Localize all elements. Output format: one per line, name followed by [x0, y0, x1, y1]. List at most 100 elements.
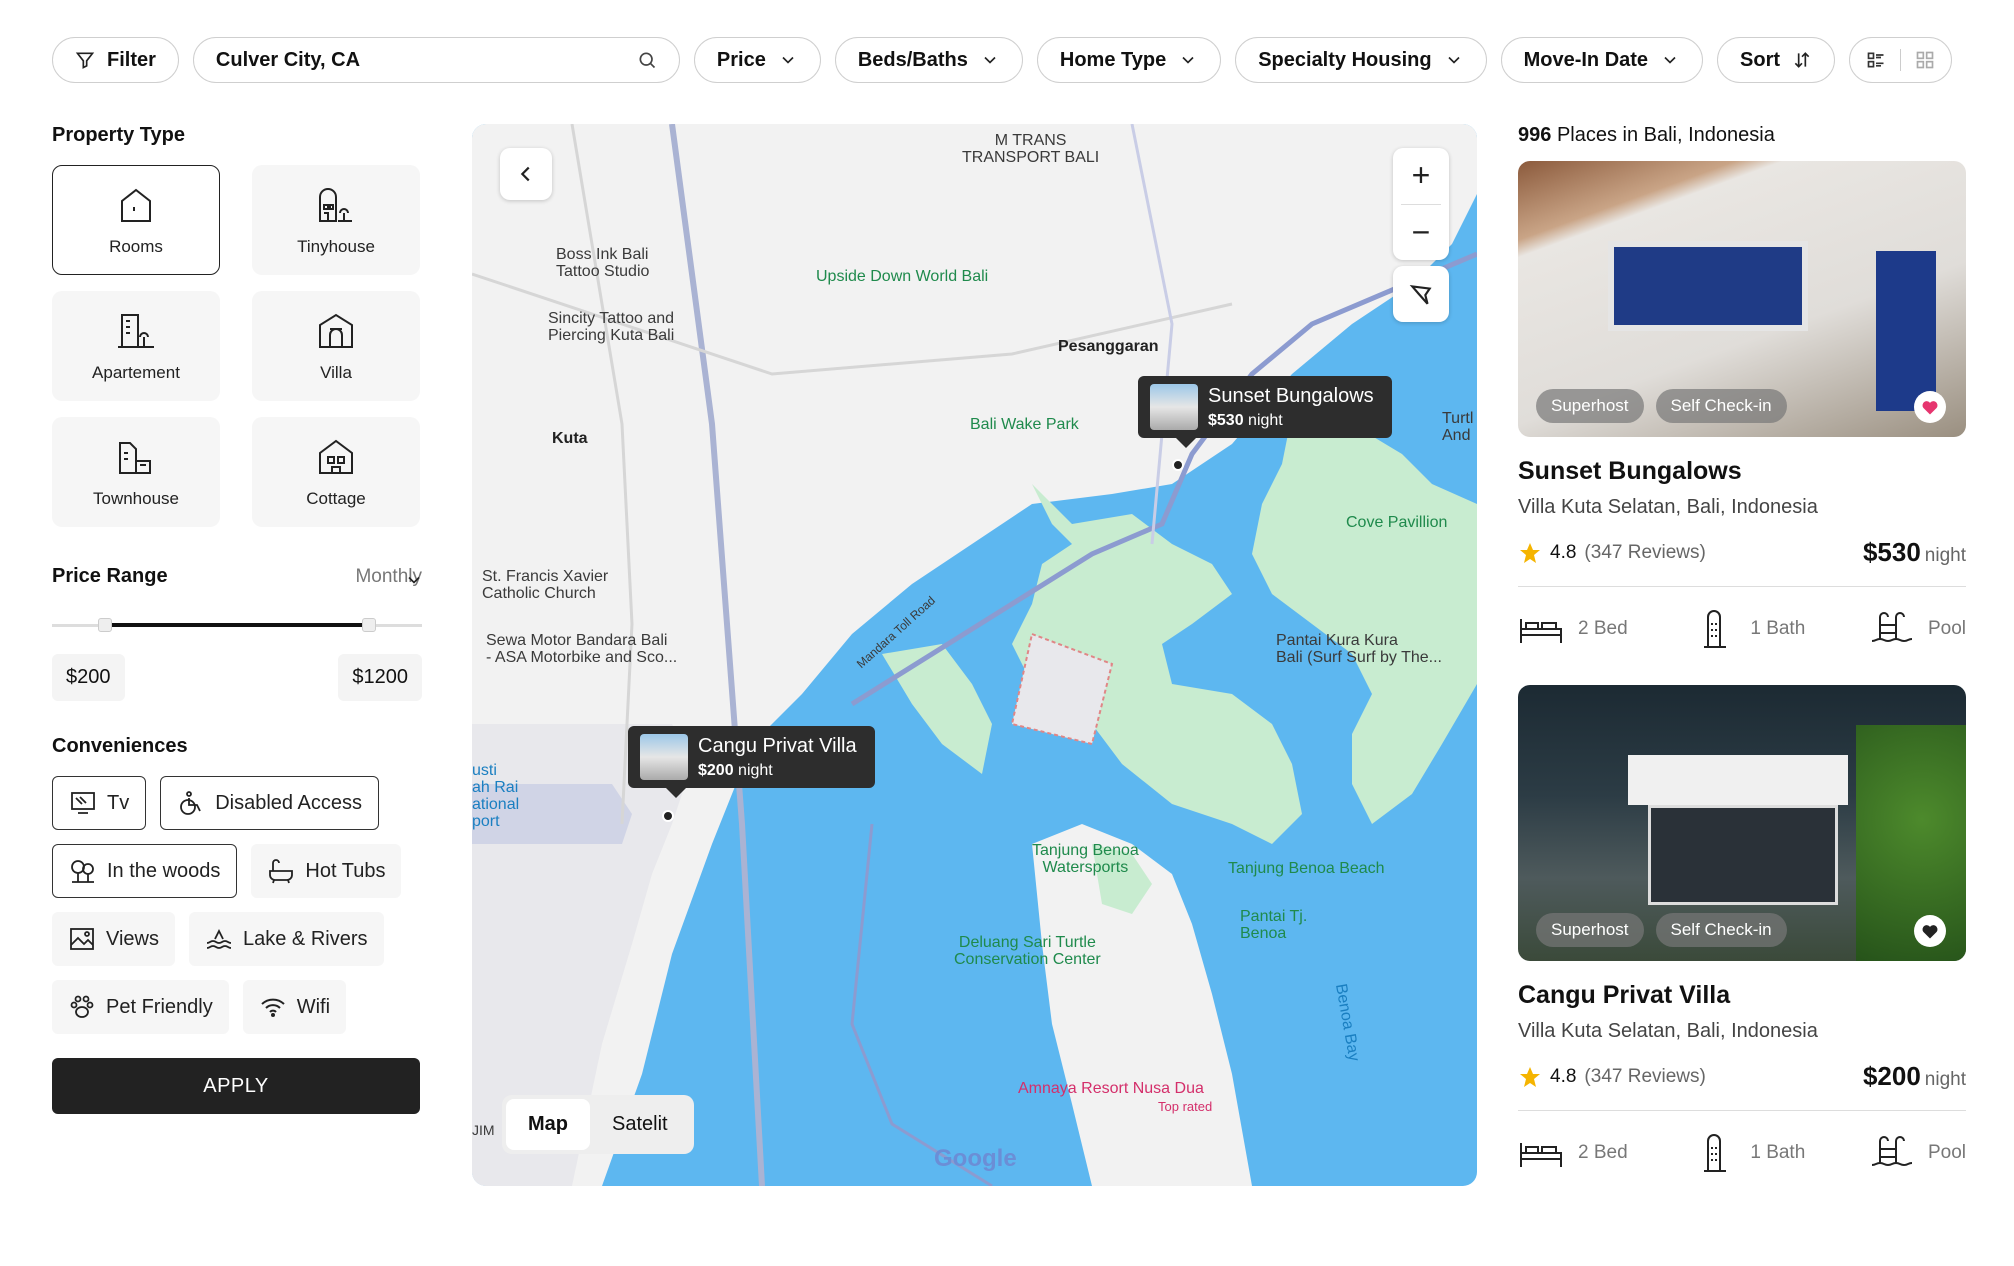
tinyhouse-icon — [319, 188, 352, 222]
map-pin[interactable] — [1172, 459, 1184, 471]
satellite-view-button[interactable]: Satelit — [590, 1099, 690, 1150]
convenience-views[interactable]: Views — [52, 912, 175, 966]
star-icon — [1520, 542, 1540, 563]
map-label: Turtl And — [1442, 410, 1474, 444]
listing-card[interactable]: Superhost Self Check-in Cangu Privat Vil… — [1518, 685, 1966, 1173]
property-type-cottage[interactable]: Cottage — [252, 417, 420, 527]
map-pin[interactable] — [662, 810, 674, 822]
listing-photo[interactable]: Superhost Self Check-in — [1518, 161, 1966, 437]
pool-icon — [1871, 1136, 1913, 1167]
move-in-date-dropdown[interactable]: Move-In Date — [1500, 37, 1704, 83]
map-label: JIM — [472, 1122, 495, 1138]
sort-button[interactable]: Sort — [1717, 37, 1836, 83]
map-label: Sincity Tattoo and Piercing Kuta Bali — [548, 310, 675, 344]
property-type-apartment[interactable]: Apartement — [52, 291, 220, 401]
chevron-down-icon — [782, 56, 794, 64]
trees-icon — [71, 860, 94, 883]
wheelchair-icon — [180, 791, 202, 815]
location-search-input[interactable]: Culver City, CA — [192, 37, 680, 83]
grid-view-icon[interactable] — [1915, 50, 1935, 70]
beds-label: 2 Bed — [1578, 1142, 1628, 1163]
rating-value: 4.8 — [1550, 541, 1577, 563]
listing-title[interactable]: Cangu Privat Villa — [1518, 981, 1966, 1010]
convenience-label: Disabled Access — [215, 791, 362, 814]
bathtub-icon — [269, 859, 294, 884]
rating-value: 4.8 — [1550, 1065, 1577, 1087]
price-min-field[interactable]: $200 — [52, 654, 125, 701]
map-view-button[interactable]: Map — [506, 1099, 590, 1150]
wifi-icon — [261, 998, 285, 1017]
beds-baths-dropdown[interactable]: Beds/Baths — [834, 37, 1023, 83]
listing-rating-row: 4.8 (347 Reviews) $530 night — [1518, 537, 1966, 587]
chevron-down-icon — [1447, 56, 1460, 64]
favorite-button[interactable] — [1914, 915, 1946, 947]
property-type-villa[interactable]: Villa — [252, 291, 420, 401]
apply-button[interactable]: APPLY — [52, 1058, 420, 1114]
price-dropdown[interactable]: Price — [693, 37, 821, 83]
price-max-field[interactable]: $1200 — [338, 654, 422, 701]
tooltip-price: $530 — [1208, 411, 1244, 429]
shower-icon — [1704, 1134, 1727, 1172]
home-type-dropdown[interactable]: Home Type — [1036, 37, 1222, 83]
tooltip-name: Cangu Privat Villa — [698, 734, 857, 757]
property-type-label: Rooms — [109, 237, 163, 256]
list-view-icon[interactable] — [1866, 50, 1886, 70]
filter-toolbar: Filter Culver City, CA Price Beds/Baths … — [52, 36, 1974, 84]
zoom-out-button[interactable]: − — [1393, 204, 1449, 260]
filter-button[interactable]: Filter — [52, 37, 179, 83]
draw-polygon-icon — [1409, 284, 1432, 305]
property-type-townhouse[interactable]: Townhouse — [52, 417, 220, 527]
move-in-date-label: Move-In Date — [1523, 48, 1649, 71]
map-label: Boss Ink Bali Tattoo Studio — [556, 246, 650, 280]
listing-title[interactable]: Sunset Bungalows — [1518, 457, 1966, 486]
star-icon — [1520, 1066, 1540, 1087]
conveniences-list: Tv Disabled Access In the woods Hot Tubs… — [52, 776, 432, 1034]
search-icon[interactable] — [637, 50, 657, 70]
map-label: Sewa Motor Bandara Bali - ASA Motorbike … — [486, 632, 678, 666]
listing-photo[interactable]: Superhost Self Check-in — [1518, 685, 1966, 961]
slider-max-handle[interactable] — [362, 618, 376, 632]
convenience-pet-friendly[interactable]: Pet Friendly — [52, 980, 229, 1034]
zoom-in-button[interactable]: + — [1393, 148, 1449, 204]
listing-amenities: 2 Bed 1 Bath Pool — [1518, 1133, 1966, 1173]
map-view[interactable]: + − M TRANS TRANSPORT BALI Boss Ink Bali… — [472, 124, 1477, 1186]
convenience-hot-tubs[interactable]: Hot Tubs — [251, 844, 402, 898]
map-back-button[interactable] — [500, 148, 552, 200]
property-type-label: Apartement — [92, 363, 180, 382]
listing-price: $200 — [1862, 1061, 1921, 1091]
listing-address: Villa Kuta Selatan, Bali, Indonesia — [1518, 1020, 1818, 1042]
convenience-wifi[interactable]: Wifi — [242, 980, 347, 1034]
home-type-label: Home Type — [1059, 48, 1167, 71]
tooltip-thumbnail — [640, 734, 688, 780]
beds-baths-label: Beds/Baths — [857, 48, 968, 71]
specialty-housing-dropdown[interactable]: Specialty Housing — [1235, 37, 1487, 83]
listing-rating-row: 4.8 (347 Reviews) $200 night — [1518, 1061, 1966, 1111]
map-tooltip-cangu-villa[interactable]: Cangu Privat Villa $200 night — [628, 726, 875, 798]
price-values: $200 $1200 — [52, 654, 422, 701]
property-type-label: Tinyhouse — [297, 237, 375, 256]
results-number: 996 — [1518, 124, 1552, 146]
bed-icon — [1520, 619, 1562, 643]
convenience-lake-rivers[interactable]: Lake & Rivers — [189, 912, 384, 966]
badge-self-checkin: Self Check-in — [1655, 913, 1787, 947]
listing-amenities: 2 Bed 1 Bath Pool — [1518, 609, 1966, 649]
draw-area-button[interactable] — [1393, 266, 1449, 322]
convenience-tv[interactable]: Tv — [52, 776, 147, 830]
convenience-label: Views — [106, 927, 159, 950]
property-type-tinyhouse[interactable]: Tinyhouse — [252, 165, 420, 275]
photo-door — [1876, 251, 1936, 411]
listing-card[interactable]: Superhost Self Check-in Sunset Bungalows… — [1518, 161, 1966, 649]
chevron-down-icon[interactable] — [404, 570, 424, 590]
convenience-in-the-woods[interactable]: In the woods — [52, 844, 238, 898]
price-range-slider[interactable] — [52, 618, 422, 632]
sort-label: Sort — [1740, 48, 1781, 71]
convenience-label: Tv — [107, 791, 130, 814]
convenience-disabled-access[interactable]: Disabled Access — [160, 776, 379, 830]
heart-icon — [1922, 925, 1938, 939]
favorite-button[interactable] — [1914, 391, 1946, 423]
map-tooltip-sunset-bungalows[interactable]: Sunset Bungalows $530 night — [1138, 376, 1392, 448]
map-label: Amnaya Resort Nusa Dua — [1018, 1080, 1204, 1097]
slider-min-handle[interactable] — [98, 618, 112, 632]
view-toggle — [1849, 37, 1953, 83]
property-type-rooms[interactable]: Rooms — [52, 165, 220, 275]
